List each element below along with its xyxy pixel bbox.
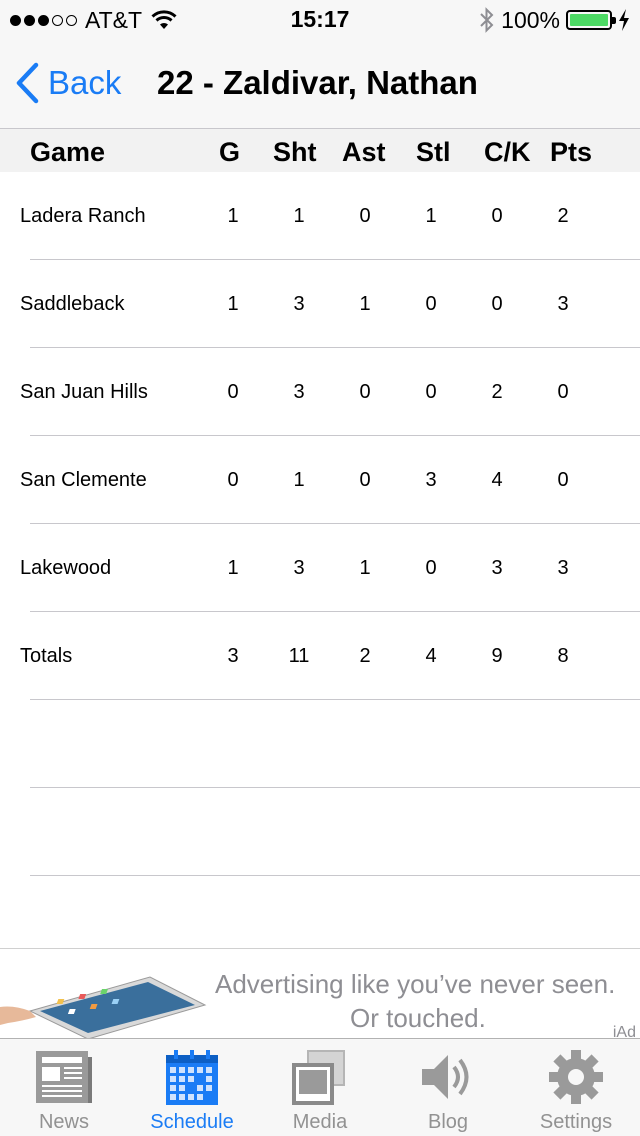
tab-blog[interactable]: Blog <box>384 1039 512 1136</box>
tab-bar: News Schedule Media Blog Settings <box>0 1038 640 1136</box>
game-name: San Juan Hills <box>20 381 148 403</box>
column-header-game: Game <box>30 137 106 167</box>
totals-label: Totals <box>20 645 73 667</box>
stats-table: Ladera Ranch 1 1 0 1 0 2 Saddleback 1 3 … <box>0 172 640 964</box>
ad-headline: Advertising like you’ve never seen. <box>215 969 616 999</box>
tab-label: Media <box>292 1111 348 1133</box>
goals-value: 0 <box>227 381 239 403</box>
tab-label: Settings <box>539 1111 613 1133</box>
points-value: 3 <box>557 293 569 315</box>
steals-value: 0 <box>425 557 437 579</box>
table-row[interactable]: Lakewood 1 3 1 0 3 3 <box>0 524 640 612</box>
shots-value: 1 <box>293 205 305 227</box>
status-right: 100% <box>479 6 630 34</box>
steals-value: 0 <box>425 381 437 403</box>
game-name: San Clemente <box>20 469 147 491</box>
table-row[interactable]: San Clemente 0 1 0 3 4 0 <box>0 436 640 524</box>
tab-settings[interactable]: Settings <box>512 1039 640 1136</box>
shots-value: 3 <box>293 293 305 315</box>
table-row[interactable]: Ladera Ranch 1 1 0 1 0 2 <box>0 172 640 260</box>
points-value: 3 <box>557 557 569 579</box>
assists-value: 0 <box>359 205 371 227</box>
game-name: Lakewood <box>20 557 112 579</box>
points-total: 8 <box>557 645 569 667</box>
tab-label: Blog <box>427 1111 469 1133</box>
empty-row <box>0 788 640 876</box>
column-header-ck: C/K <box>484 137 531 167</box>
steals-value: 0 <box>425 293 437 315</box>
game-name: Ladera Ranch <box>20 205 146 227</box>
column-header-points: Pts <box>550 137 593 167</box>
goals-value: 0 <box>227 469 239 491</box>
points-value: 0 <box>557 469 569 491</box>
steals-value: 1 <box>425 205 437 227</box>
totals-row[interactable]: Totals 3 11 2 4 9 8 <box>0 612 640 700</box>
game-name: Saddleback <box>20 293 125 315</box>
column-header-goals: G <box>219 137 241 167</box>
assists-total: 2 <box>359 645 371 667</box>
iad-banner[interactable]: Advertising like you’ve never seen. Or t… <box>0 948 640 1038</box>
chevron-left-icon <box>16 62 39 104</box>
iad-label: iAd <box>612 1024 636 1038</box>
calendar-icon <box>166 1050 218 1105</box>
goals-value: 1 <box>227 557 239 579</box>
ck-value: 4 <box>491 469 503 491</box>
tab-schedule[interactable]: Schedule <box>128 1039 256 1136</box>
shots-value: 3 <box>293 381 305 403</box>
navigation-bar: Back 22 - Zaldivar, Nathan <box>0 40 640 128</box>
steals-value: 3 <box>425 469 437 491</box>
shots-value: 1 <box>293 469 305 491</box>
shots-total: 11 <box>288 645 310 667</box>
shots-value: 3 <box>293 557 305 579</box>
column-header-shots: Sht <box>273 137 317 167</box>
back-button[interactable]: Back <box>14 62 121 104</box>
bluetooth-icon <box>480 7 494 33</box>
stats-column-header: Game G Sht Ast Stl C/K Pts <box>0 128 640 172</box>
assists-value: 1 <box>359 557 371 579</box>
steals-total: 4 <box>425 645 437 667</box>
column-header-steals: Stl <box>416 137 451 167</box>
assists-value: 1 <box>359 293 371 315</box>
goals-total: 3 <box>227 645 239 667</box>
ck-total: 9 <box>491 645 503 667</box>
tab-label: Schedule <box>150 1111 234 1133</box>
ck-value: 0 <box>491 293 503 315</box>
page-title: 22 - Zaldivar, Nathan <box>157 64 478 101</box>
goals-value: 1 <box>227 293 239 315</box>
back-label: Back <box>48 64 122 101</box>
newspaper-icon <box>36 1051 92 1103</box>
ipad-image <box>0 976 207 1038</box>
battery-percentage: 100% <box>501 6 560 33</box>
ck-value: 3 <box>491 557 503 579</box>
table-row[interactable]: San Juan Hills 0 3 0 0 2 0 <box>0 348 640 436</box>
goals-value: 1 <box>227 205 239 227</box>
ad-subline: Or touched. <box>350 1003 486 1033</box>
assists-value: 0 <box>359 469 371 491</box>
battery-icon <box>566 10 616 30</box>
charging-icon <box>619 9 629 31</box>
tab-news[interactable]: News <box>0 1039 128 1136</box>
points-value: 0 <box>557 381 569 403</box>
speaker-icon <box>422 1055 469 1099</box>
ck-value: 2 <box>491 381 503 403</box>
tab-media[interactable]: Media <box>256 1039 384 1136</box>
assists-value: 0 <box>359 381 371 403</box>
status-bar: AT&T 15:17 100% <box>0 0 640 40</box>
tab-label: News <box>38 1111 89 1133</box>
empty-row <box>0 700 640 788</box>
table-row[interactable]: Saddleback 1 3 1 0 0 3 <box>0 260 640 348</box>
points-value: 2 <box>557 205 569 227</box>
photos-icon <box>292 1050 345 1105</box>
ck-value: 0 <box>491 205 503 227</box>
gear-icon <box>549 1050 603 1104</box>
column-header-assists: Ast <box>342 137 386 167</box>
